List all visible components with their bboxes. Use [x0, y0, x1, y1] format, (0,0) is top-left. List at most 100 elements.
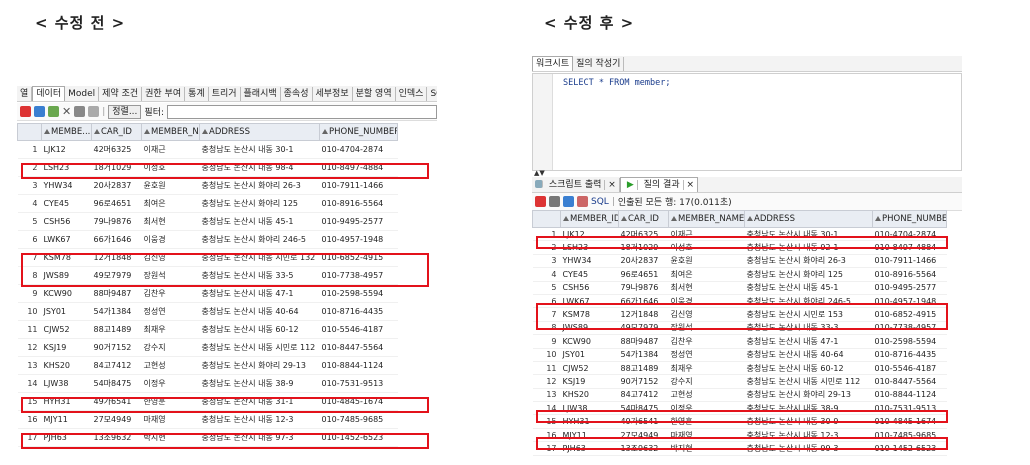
address-cell[interactable]: 충청남도 논산시 내동 38-9: [199, 374, 320, 393]
phone-number-cell[interactable]: 010-4704-2874: [319, 140, 398, 159]
sort-button[interactable]: 정렬...: [108, 104, 142, 119]
address-cell[interactable]: 충청남도 논산시 내동 40-64: [744, 348, 873, 362]
table-row[interactable]: 10 JSY01 54가1384 정성연 충청남도 논산시 내동 40-64 010-87…: [17, 302, 398, 321]
column-header-member-id[interactable]: MEMBE...: [41, 123, 92, 141]
car-id-cell[interactable]: 84고7412: [91, 356, 142, 375]
phone-number-cell[interactable]: 010-8447-5564: [872, 374, 947, 389]
sql-editor[interactable]: SELECT * FROM member;: [532, 73, 962, 171]
member-name-cell[interactable]: 마재영: [141, 410, 200, 429]
car-id-cell[interactable]: 20사2837: [618, 254, 669, 269]
phone-number-cell[interactable]: 010-8916-5564: [319, 194, 398, 213]
tab-flashback[interactable]: 플래시백: [241, 86, 281, 101]
address-cell[interactable]: 충청남도 논산시 내동 시민로 112: [744, 374, 873, 389]
member-name-cell[interactable]: 이웅경: [141, 230, 200, 249]
member-name-cell[interactable]: 이재근: [141, 140, 200, 159]
member-name-cell[interactable]: 고현성: [141, 356, 200, 375]
address-cell[interactable]: 충청남도 논산시 내동 12-3: [199, 410, 320, 429]
rollback-icon[interactable]: [88, 106, 100, 117]
member-id-cell[interactable]: KCW90: [41, 284, 92, 303]
phone-number-cell[interactable]: 010-8447-5564: [319, 338, 398, 357]
member-name-cell[interactable]: 최서현: [141, 212, 200, 231]
tab-grants[interactable]: 권한 부여: [142, 86, 186, 101]
address-cell[interactable]: 충청남도 논산시 내동 30-1: [199, 140, 320, 159]
table-row[interactable]: 9 KCW90 88마9487 김찬우 충청남도 논산시 내동 47-1 010-2598…: [17, 284, 398, 303]
member-id-cell[interactable]: KHS20: [560, 388, 619, 403]
table-row[interactable]: 4 CYE45 96로4651 최여은 충청남도 논산시 화야리 125 010-8916…: [532, 267, 947, 282]
tab-indexes[interactable]: 인덱스: [396, 86, 428, 101]
table-row[interactable]: 13 KHS20 84고7412 고현성 충청남도 논산시 화야리 29-13 010-8…: [532, 388, 947, 403]
member-id-cell[interactable]: CSH56: [41, 212, 92, 231]
tab-model[interactable]: Model: [65, 86, 100, 101]
phone-number-cell[interactable]: 010-4957-1948: [319, 230, 398, 249]
delete-row-icon[interactable]: ✕: [62, 105, 71, 118]
member-id-cell[interactable]: LJK12: [41, 140, 92, 159]
address-cell[interactable]: 충청남도 논산시 내동 60-12: [744, 361, 873, 376]
car-id-cell[interactable]: 84고7412: [618, 388, 669, 403]
phone-number-cell[interactable]: 010-5546-4187: [872, 361, 947, 376]
member-id-cell[interactable]: MJY11: [41, 410, 92, 429]
car-id-cell[interactable]: 96로4651: [618, 267, 669, 282]
phone-number-cell[interactable]: 010-9495-2577: [319, 212, 398, 231]
table-row[interactable]: 11 CJW52 88고1489 최재우 충청남도 논산시 내동 60-12 010-55…: [532, 361, 947, 376]
car-id-cell[interactable]: 88마9487: [91, 284, 142, 303]
splitter-arrow-icon[interactable]: ▲▼: [534, 169, 545, 177]
table-row[interactable]: 13 KHS20 84고7412 고현성 충청남도 논산시 화야리 29-13 010-8…: [17, 356, 398, 375]
tab-sql[interactable]: SQL: [427, 87, 437, 101]
tab-triggers[interactable]: 트리거: [209, 86, 241, 101]
car-id-cell[interactable]: 20사2837: [91, 176, 142, 195]
car-id-cell[interactable]: 79나9876: [618, 281, 669, 295]
refresh-icon[interactable]: [34, 106, 45, 117]
table-row[interactable]: 12 KSJ19 90거7152 강수지 충청남도 논산시 내동 시민로 112 010-…: [17, 338, 398, 357]
car-id-cell[interactable]: 54마8475: [91, 374, 142, 393]
phone-number-cell[interactable]: 010-8716-4435: [319, 302, 398, 321]
address-cell[interactable]: 충청남도 논산시 화야리 29-13: [744, 388, 873, 403]
member-name-cell[interactable]: 정성연: [141, 302, 200, 321]
address-cell[interactable]: 충청남도 논산시 화야리 125: [199, 194, 320, 213]
column-header-car-id[interactable]: CAR_ID: [91, 123, 142, 141]
phone-number-cell[interactable]: 010-2598-5594: [319, 284, 398, 303]
car-id-cell[interactable]: 54가1384: [91, 302, 142, 321]
tab-columns[interactable]: 열: [17, 86, 33, 101]
member-name-cell[interactable]: 윤호원: [141, 176, 200, 195]
member-id-cell[interactable]: LWK67: [41, 230, 92, 249]
car-id-cell[interactable]: 54가1384: [618, 348, 669, 362]
address-cell[interactable]: 충청남도 논산시 내동 40-64: [199, 302, 320, 321]
member-id-cell[interactable]: CJW52: [41, 320, 92, 339]
pin-icon[interactable]: [20, 106, 31, 117]
address-cell[interactable]: 충청남도 논산시 내동 45-1: [199, 212, 320, 231]
refresh-icon[interactable]: [563, 196, 574, 207]
member-name-cell[interactable]: 최재우: [141, 320, 200, 339]
export-icon[interactable]: [577, 196, 588, 207]
sql-text[interactable]: SELECT * FROM member;: [563, 78, 670, 88]
car-id-cell[interactable]: 27모4949: [91, 410, 142, 429]
member-id-cell[interactable]: YHW34: [41, 176, 92, 195]
member-name-cell[interactable]: 김찬우: [668, 334, 745, 349]
filter-input[interactable]: [167, 104, 437, 119]
car-id-cell[interactable]: 66가1646: [91, 230, 142, 249]
column-header-phone-number[interactable]: PHONE_NUMBER: [319, 123, 398, 141]
member-id-cell[interactable]: KHS20: [41, 356, 92, 375]
insert-row-icon[interactable]: [48, 106, 59, 117]
column-header-address[interactable]: ADDRESS: [199, 123, 320, 141]
column-header-member-name[interactable]: MEMBER_NAME: [141, 123, 200, 141]
phone-number-cell[interactable]: 010-8916-5564: [872, 267, 947, 282]
member-id-cell[interactable]: KSJ19: [560, 374, 619, 389]
phone-number-cell[interactable]: 010-5546-4187: [319, 320, 398, 339]
column-header-member-id[interactable]: MEMBER_ID: [560, 210, 619, 228]
tab-script-output[interactable]: 스크립트 출력 ×: [532, 177, 620, 192]
tab-query-builder[interactable]: 질의 작성기: [573, 56, 625, 71]
phone-number-cell[interactable]: 010-2598-5594: [872, 334, 947, 349]
member-id-cell[interactable]: YHW34: [560, 254, 619, 269]
car-id-cell[interactable]: 90거7152: [618, 374, 669, 389]
phone-number-cell[interactable]: 010-8716-4435: [872, 348, 947, 362]
table-row[interactable]: 3 YHW34 20사2837 윤호원 충청남도 논산시 화야리 26-3 010-791…: [17, 176, 398, 195]
phone-number-cell[interactable]: 010-7911-1466: [319, 176, 398, 195]
member-name-cell[interactable]: 최여은: [668, 267, 745, 282]
address-cell[interactable]: 충청남도 논산시 내동 47-1: [199, 284, 320, 303]
sql-button[interactable]: SQL: [591, 197, 609, 207]
car-id-cell[interactable]: 96로4651: [91, 194, 142, 213]
tab-data[interactable]: 데이터: [32, 86, 66, 101]
member-id-cell[interactable]: LJW38: [41, 374, 92, 393]
table-row[interactable]: 12 KSJ19 90거7152 강수지 충청남도 논산시 내동 시민로 112 010-…: [532, 374, 947, 389]
phone-number-cell[interactable]: 010-7911-1466: [872, 254, 947, 269]
